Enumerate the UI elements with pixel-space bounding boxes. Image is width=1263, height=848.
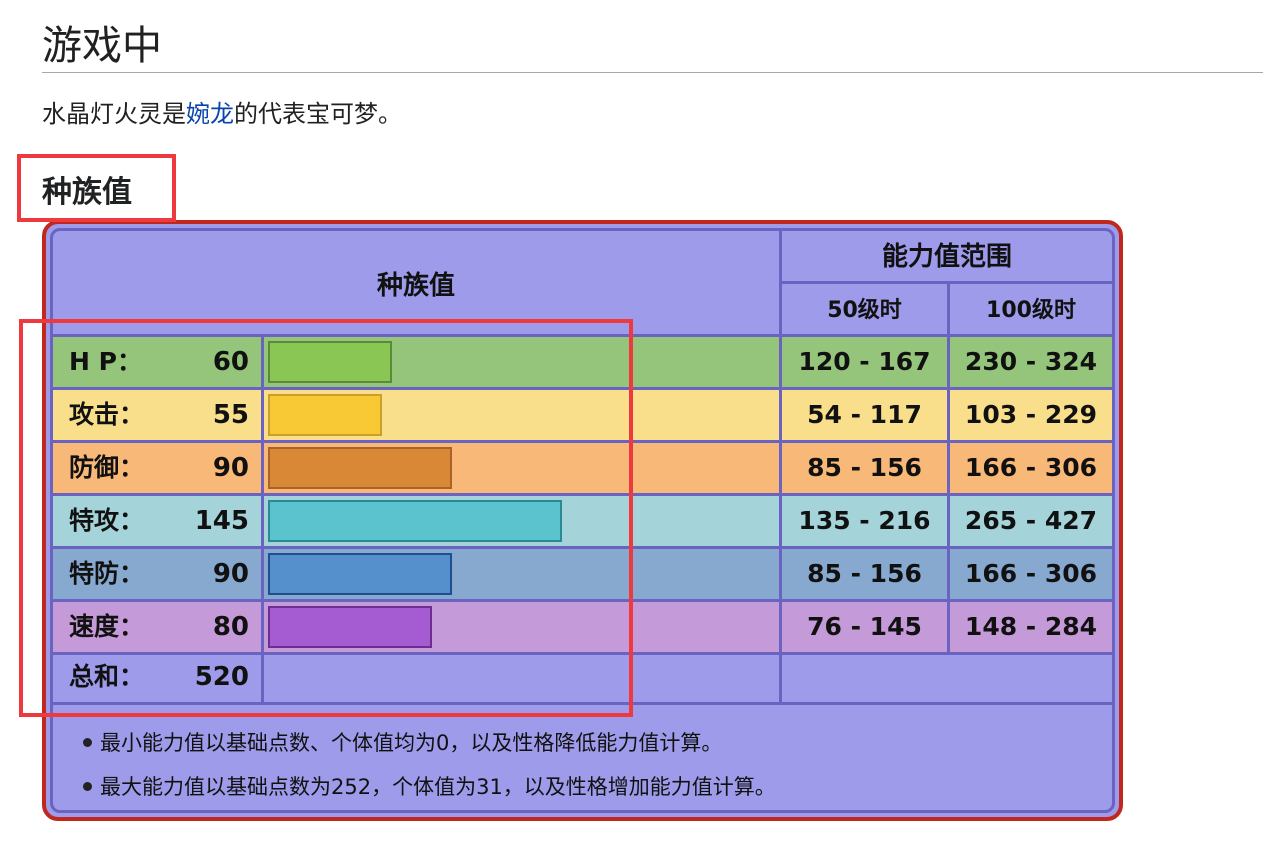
stat-bar <box>268 500 562 542</box>
grid-line <box>779 496 782 546</box>
intro-paragraph: 水晶灯火灵是婉龙的代表宝可梦。 <box>42 94 402 134</box>
grid-line <box>779 602 782 652</box>
stat-bar <box>268 606 432 648</box>
base-stats-inner: 种族值 能力值范围 50级时 100级时 H P： 60 120 - 167 230 … <box>50 228 1115 813</box>
range-lv50: 135 - 216 <box>798 506 931 535</box>
total-label: 总和： <box>69 662 145 691</box>
grid-line <box>947 337 950 387</box>
range-lv50: 54 - 117 <box>807 400 922 429</box>
stat-row: 攻击： 55 54 - 117 103 - 229 <box>53 390 1112 440</box>
stat-row: 防御： 90 85 - 156 166 - 306 <box>53 443 1112 493</box>
range-lv50: 120 - 167 <box>798 347 931 376</box>
grid-line <box>947 496 950 546</box>
grid-line <box>947 602 950 652</box>
range-lv100: 166 - 306 <box>964 559 1098 588</box>
grid-line <box>261 390 264 440</box>
intro-link[interactable]: 婉龙 <box>186 100 234 128</box>
bullet-icon <box>83 781 92 791</box>
stat-label: H P： <box>69 347 142 376</box>
grid-line <box>261 337 264 387</box>
note-item: 最大能力值以基础点数为252，个体值为31，以及性格增加能力值计算。 <box>83 771 776 801</box>
stat-row: 特防： 90 85 - 156 166 - 306 <box>53 549 1112 599</box>
grid-line <box>261 549 264 599</box>
header-stat-range: 能力值范围 <box>881 242 1012 272</box>
stat-value: 60 <box>212 347 249 377</box>
stat-value: 90 <box>212 559 249 589</box>
stat-value: 145 <box>194 506 249 536</box>
grid-line <box>779 443 782 493</box>
stat-label: 防御： <box>69 453 145 482</box>
grid-line <box>779 549 782 599</box>
grid-line <box>779 337 782 387</box>
stat-bar <box>268 553 452 595</box>
grid-line <box>947 549 950 599</box>
stat-row: H P： 60 120 - 167 230 - 324 <box>53 337 1112 387</box>
base-stats-table: 种族值 能力值范围 50级时 100级时 H P： 60 120 - 167 230 … <box>42 220 1123 821</box>
note-item: 最小能力值以基础点数、个体值均为0，以及性格降低能力值计算。 <box>83 727 722 757</box>
note-text: 最大能力值以基础点数为252，个体值为31，以及性格增加能力值计算。 <box>100 775 776 799</box>
range-lv100: 166 - 306 <box>964 453 1098 482</box>
page: 游戏中 水晶灯火灵是婉龙的代表宝可梦。 种族值 种族值 能力值范围 50级时 1… <box>0 0 1263 848</box>
range-lv100: 230 - 324 <box>964 347 1098 376</box>
grid-line <box>779 390 782 440</box>
range-lv50: 85 - 156 <box>807 453 922 482</box>
intro-text-after: 的代表宝可梦。 <box>234 100 402 128</box>
intro-text-before: 水晶灯火灵是 <box>42 100 186 128</box>
stat-value: 90 <box>212 453 249 483</box>
range-lv100: 265 - 427 <box>964 506 1098 535</box>
total-value: 520 <box>194 662 249 692</box>
note-text: 最小能力值以基础点数、个体值均为0，以及性格降低能力值计算。 <box>100 731 723 755</box>
stat-label: 攻击： <box>69 400 145 429</box>
stat-label: 特攻： <box>69 506 145 535</box>
header-lv50: 50级时 <box>827 298 902 323</box>
total-row: 总和： 520 <box>53 652 1112 702</box>
stat-bar <box>268 447 452 489</box>
stat-bar <box>268 394 382 436</box>
bullet-icon <box>83 737 92 747</box>
section-heading: 游戏中 <box>42 20 1263 73</box>
stat-value: 80 <box>212 612 249 642</box>
range-lv100: 148 - 284 <box>964 612 1098 641</box>
grid-line <box>53 702 1112 705</box>
grid-line <box>261 602 264 652</box>
stat-row: 速度： 80 76 - 145 148 - 284 <box>53 602 1112 652</box>
stat-label: 特防： <box>69 559 145 588</box>
subsection-heading: 种族值 <box>42 175 132 210</box>
header-base-stats: 种族值 <box>376 271 455 301</box>
grid-line <box>261 443 264 493</box>
grid-line <box>947 443 950 493</box>
range-lv100: 103 - 229 <box>964 400 1098 429</box>
stat-value: 55 <box>212 400 249 430</box>
stat-label: 速度： <box>69 612 145 641</box>
range-lv50: 85 - 156 <box>807 559 922 588</box>
header-lv100: 100级时 <box>986 298 1076 323</box>
grid-line <box>261 496 264 546</box>
stat-bar <box>268 341 392 383</box>
range-lv50: 76 - 145 <box>807 612 922 641</box>
grid-line <box>947 390 950 440</box>
stat-row: 特攻： 145 135 - 216 265 - 427 <box>53 496 1112 546</box>
